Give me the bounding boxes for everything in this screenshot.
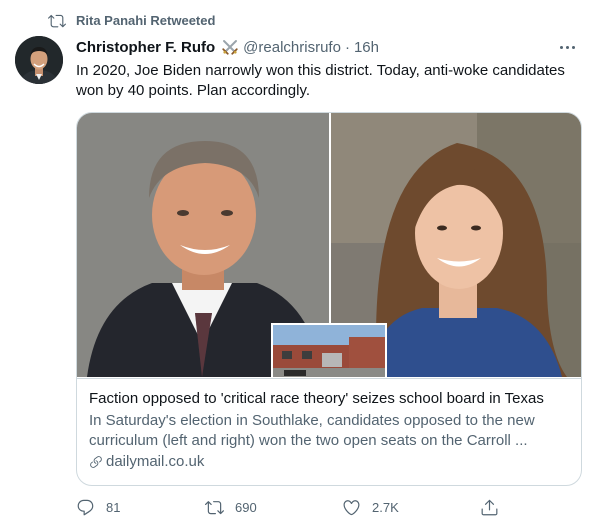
avatar-image xyxy=(15,36,63,84)
retweet-count: 690 xyxy=(235,500,257,515)
card-domain-text: dailymail.co.uk xyxy=(106,453,205,470)
share-button[interactable] xyxy=(480,498,499,517)
link-icon xyxy=(90,456,102,468)
tweet-body-text: In 2020, Joe Biden narrowly won this dis… xyxy=(76,62,565,99)
more-dot-icon xyxy=(571,45,575,49)
author-avatar[interactable] xyxy=(15,36,63,84)
tweet-header: Christopher F. Rufo @realchrisrufo · 16h xyxy=(76,37,578,57)
share-icon xyxy=(481,499,498,516)
retweet-label[interactable]: Rita Panahi Retweeted xyxy=(76,13,215,28)
more-options-button[interactable] xyxy=(556,37,578,57)
card-domain: dailymail.co.uk xyxy=(89,452,569,472)
retweet-icon xyxy=(48,14,66,28)
reply-count: 81 xyxy=(106,500,121,515)
tweet-action-bar: 81 690 2.7K xyxy=(76,498,516,520)
crossed-swords-icon xyxy=(222,40,238,55)
tweet-timestamp[interactable]: 16h xyxy=(354,39,379,56)
reply-button[interactable]: 81 xyxy=(76,498,120,517)
card-title: Faction opposed to 'critical race theory… xyxy=(89,390,544,407)
card-description: In Saturday's election in Southlake, can… xyxy=(89,412,535,449)
more-dot-icon xyxy=(565,45,569,49)
retweet-button[interactable]: 690 xyxy=(205,498,257,517)
separator-dot: · xyxy=(344,38,350,56)
author-display-name[interactable]: Christopher F. Rufo xyxy=(76,39,215,56)
reply-icon xyxy=(77,499,94,516)
card-image xyxy=(77,113,581,377)
card-text-block: Faction opposed to 'critical race theory… xyxy=(77,378,581,472)
heart-icon xyxy=(343,500,360,516)
more-dot-icon xyxy=(559,45,563,49)
link-preview-card[interactable]: Faction opposed to 'critical race theory… xyxy=(76,112,582,486)
retweet-icon xyxy=(205,501,224,515)
like-button[interactable]: 2.7K xyxy=(342,498,399,517)
like-count: 2.7K xyxy=(372,500,399,515)
author-handle[interactable]: @realchrisrufo xyxy=(243,39,341,56)
